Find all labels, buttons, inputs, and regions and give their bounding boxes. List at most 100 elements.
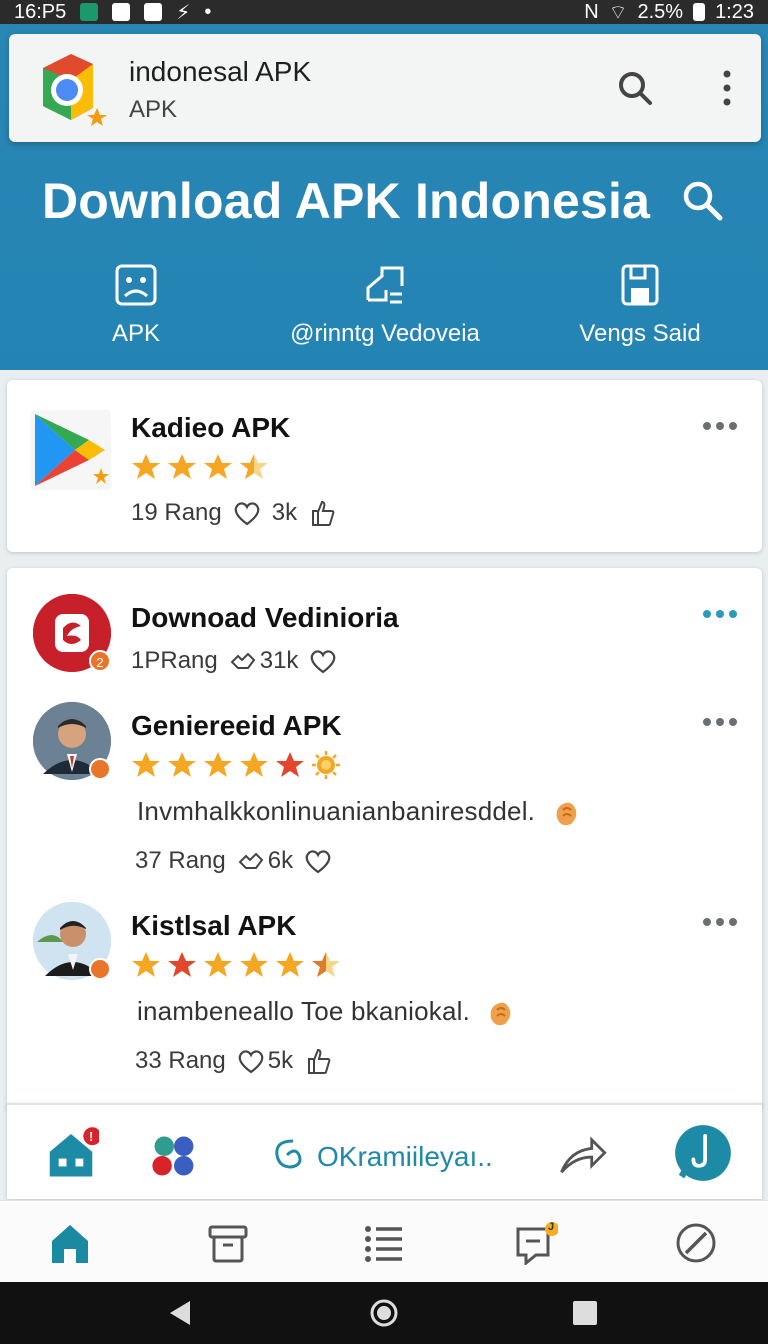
back-icon[interactable] — [166, 1298, 196, 1328]
star-icon — [240, 952, 268, 977]
status-badge — [89, 958, 111, 980]
featured-app-card[interactable]: Kadieo APK 19 Rang 3k — [7, 380, 762, 552]
heart-icon[interactable] — [236, 1046, 266, 1076]
battery-icon — [693, 3, 706, 21]
star-icon — [168, 952, 196, 977]
star-icon — [204, 752, 232, 777]
app-title: Downoad Vedinioria — [131, 602, 399, 633]
chart-notification-icon — [144, 3, 163, 21]
action-bar: ! OKramiileyaı.. — [7, 1103, 762, 1199]
star-icon — [240, 752, 268, 777]
hand-wave-icon[interactable] — [236, 846, 266, 876]
app-list-card: 2 Downoad Vedinioria 1PRang 31k Genieree… — [7, 568, 762, 1108]
hero-search-icon[interactable] — [680, 178, 724, 222]
description-text: Invmhalkkonlinuanianbaniresddel. — [137, 796, 536, 826]
bottom-navigation: J — [0, 1200, 768, 1282]
home-button-icon[interactable] — [369, 1298, 399, 1328]
star-icon — [204, 454, 232, 479]
app-bar-subtitle: APK — [129, 96, 178, 123]
rang-count: 19 Rang — [131, 499, 222, 526]
heart-icon[interactable] — [232, 498, 262, 528]
category-rinntg[interactable]: @rinntg Vedoveia — [260, 262, 510, 348]
list-icon[interactable] — [362, 1221, 406, 1265]
featured-meta: 19 Rang 3k — [131, 498, 337, 528]
category-label: APK — [111, 320, 161, 347]
heart-icon[interactable] — [308, 646, 338, 676]
save-disk-icon — [621, 264, 659, 306]
thumbs-up-icon[interactable] — [307, 498, 337, 528]
play-store-icon — [31, 410, 111, 490]
list-item[interactable]: Geniereeid APK Invmhalkkonlinuanianbanir… — [7, 688, 762, 888]
sun-badge-icon — [312, 751, 340, 779]
app-meta: 1PRang 31k — [131, 646, 338, 676]
category-vengs[interactable]: Vengs Said — [560, 262, 720, 348]
chat-badge: J — [548, 1221, 555, 1233]
app-meta: 37 Rang 6k — [135, 846, 333, 876]
star-icon — [168, 454, 196, 479]
star-icon — [276, 952, 304, 977]
usb-icon: ⚡ — [176, 1, 191, 24]
more-options-button[interactable] — [703, 918, 739, 930]
app-meta: 33 Rang 5k — [135, 1046, 333, 1076]
wifi-icon: ⌔ — [608, 1, 628, 24]
overflow-menu-icon[interactable] — [717, 68, 737, 108]
hand-emoji-icon — [556, 802, 576, 826]
description-text: inambeneallo Toe bkaniokal. — [137, 996, 471, 1026]
star-icon — [204, 952, 232, 977]
avatar — [33, 702, 111, 780]
count: 6k — [267, 847, 294, 874]
app-bar: indonesal APK APK — [9, 34, 761, 142]
app-logo-icon[interactable] — [31, 48, 109, 126]
hand-emoji-icon — [491, 1002, 511, 1026]
compass-icon[interactable] — [674, 1221, 718, 1265]
hand-wave-icon[interactable] — [228, 646, 258, 676]
page-title: Download APK Indonesia — [42, 173, 651, 229]
avatar — [33, 902, 111, 980]
category-label: Vengs Said — [579, 320, 701, 347]
app-icon: 2 — [33, 594, 111, 672]
recents-icon[interactable] — [570, 1298, 600, 1328]
list-item[interactable]: 2 Downoad Vedinioria 1PRang 31k — [7, 568, 762, 688]
more-options-button[interactable] — [703, 610, 739, 622]
chat-fab-icon[interactable] — [673, 1123, 733, 1183]
star-icon — [168, 752, 196, 777]
community-icon[interactable] — [147, 1129, 201, 1183]
more-options-button[interactable] — [703, 718, 739, 730]
star-icon — [276, 752, 304, 777]
archive-icon[interactable] — [206, 1221, 250, 1265]
rang-count: 1PRang — [131, 647, 218, 674]
image-frame-icon — [115, 264, 157, 306]
heart-icon[interactable] — [303, 846, 333, 876]
rating-stars — [131, 452, 269, 482]
count: 5k — [267, 1047, 294, 1074]
app-title: Kistlsal APK — [131, 910, 297, 941]
app-title: Geniereeid APK — [131, 710, 342, 741]
status-badge — [89, 758, 111, 780]
count: 31k — [259, 647, 299, 674]
notification-icon — [80, 3, 99, 21]
list-item[interactable]: Kistlsal APK inambeneallo Toe bkaniokal.… — [7, 888, 762, 1088]
likes-count: 3k — [271, 499, 298, 526]
search-icon[interactable] — [615, 68, 655, 108]
link-swirl-icon[interactable] — [269, 1135, 309, 1175]
app-description: Invmhalkkonlinuanianbaniresddel. — [137, 796, 581, 828]
category-row: APK @rinntg Vedoveia Vengs Said — [0, 262, 768, 358]
clock: 1:23 — [715, 0, 754, 23]
half-star-icon — [312, 952, 340, 977]
star-icon — [132, 952, 160, 977]
battery-percent: 2.5% — [637, 0, 684, 23]
more-options-button[interactable] — [703, 422, 739, 434]
app-description: inambeneallo Toe bkaniokal. — [137, 996, 515, 1028]
category-apk[interactable]: APK — [96, 262, 176, 348]
status-bar: 16:P5 ⚡ • N ⌔ 2.5% 1:23 — [0, 0, 768, 24]
share-frame-icon — [366, 266, 404, 304]
share-arrow-icon[interactable] — [555, 1129, 609, 1183]
status-left-text: 16:P5 — [14, 0, 67, 23]
rang-count: 37 Rang — [135, 847, 226, 874]
action-bar-label[interactable]: OKramiileyaı.. — [317, 1141, 493, 1173]
home-icon[interactable] — [48, 1221, 92, 1265]
home-alert-badge: ! — [89, 1129, 94, 1144]
nfc-icon: N — [584, 0, 599, 23]
rating-stars — [131, 750, 341, 780]
thumbs-up-icon[interactable] — [303, 1046, 333, 1076]
